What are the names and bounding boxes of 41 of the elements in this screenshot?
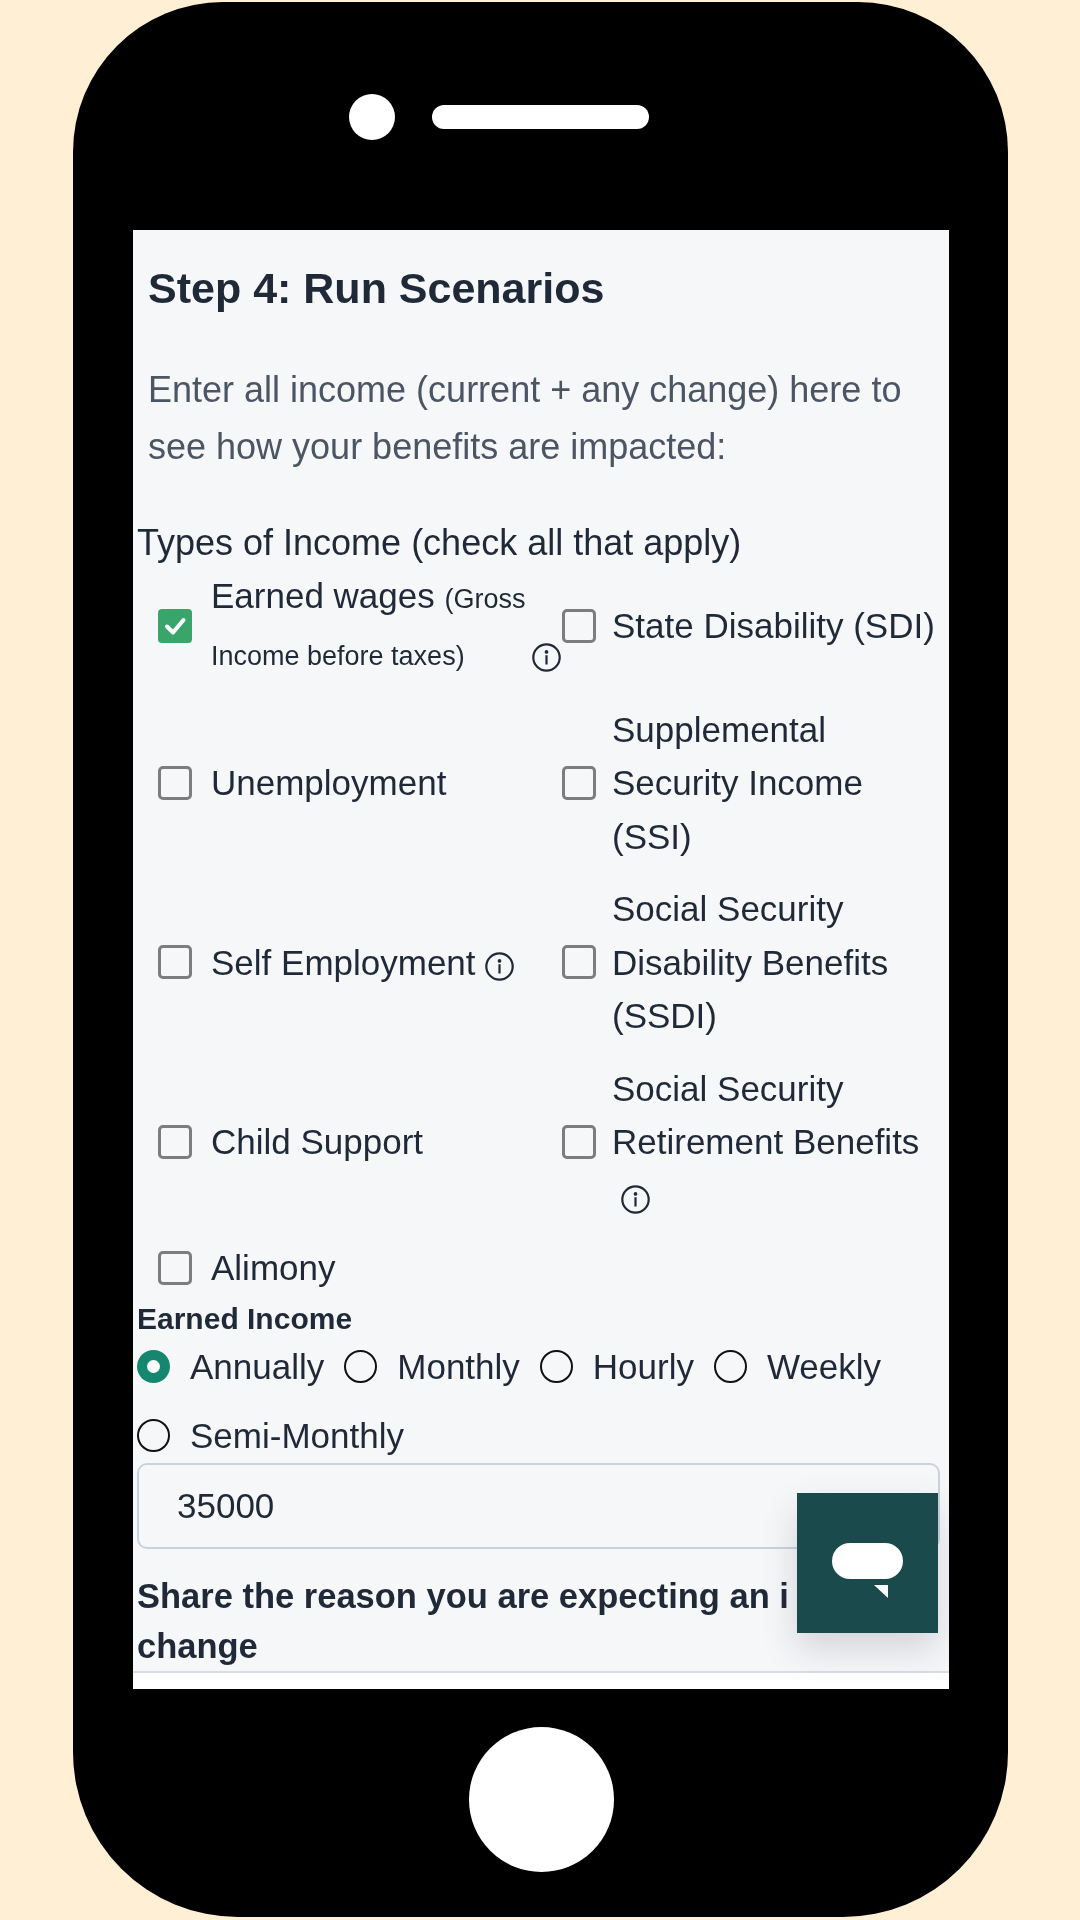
radio-button[interactable] — [137, 1419, 170, 1453]
radio-label: Hourly — [592, 1345, 694, 1388]
radio-button[interactable] — [137, 1349, 170, 1383]
camera-dot-icon — [349, 94, 395, 140]
checkbox[interactable] — [158, 945, 192, 980]
checkbox-label: Child Support — [211, 1122, 424, 1162]
chat-button[interactable] — [797, 1493, 938, 1633]
checkbox-label: Alimony — [211, 1248, 336, 1288]
intro-text: Enter all income (current + any change) here to see how your benefits are impacted: — [147, 367, 903, 469]
radio-button[interactable] — [539, 1349, 573, 1383]
checkbox-label: Earned wages (Gross Income before taxes) — [211, 574, 527, 674]
checkbox-label: Unemployment — [211, 763, 447, 803]
checkbox[interactable] — [158, 765, 192, 800]
text-area-field[interactable] — [133, 1670, 949, 1689]
checkbox-label: Social Security Retirement Benefits — [612, 1068, 920, 1162]
field-label: Share the reason you are expecting an i change — [137, 1575, 789, 1667]
chat-bubble-icon — [832, 1543, 903, 1598]
group-label: Types of Income (check all that apply) — [137, 520, 743, 565]
info-icon[interactable] — [484, 951, 514, 981]
checkbox-label: State Disability (SDI) — [612, 606, 935, 646]
checkbox-label: Self Employment — [211, 942, 476, 982]
radio-label: Annually — [190, 1345, 325, 1388]
checkbox[interactable] — [158, 609, 192, 644]
checkbox-label: Social Security Disability Benefits (SSDI) — [612, 889, 889, 1036]
section-label: Earned Income — [137, 1300, 354, 1337]
checkbox[interactable] — [562, 945, 596, 980]
info-icon[interactable] — [532, 642, 561, 672]
checkbox[interactable] — [158, 1250, 192, 1285]
checkbox[interactable] — [562, 1124, 596, 1159]
checkbox-label: Supplemental Security Income (SSI) — [612, 709, 863, 856]
checkbox[interactable] — [158, 1124, 192, 1159]
checkbox[interactable] — [562, 765, 596, 800]
checkbox[interactable] — [562, 609, 596, 644]
radio-button[interactable] — [713, 1349, 747, 1383]
radio-label: Weekly — [766, 1345, 882, 1388]
radio-button[interactable] — [344, 1349, 378, 1383]
info-icon[interactable] — [621, 1184, 650, 1214]
speaker-slot-icon — [432, 105, 649, 129]
radio-label: Monthly — [397, 1345, 520, 1388]
radio-label: Semi-Monthly — [190, 1415, 404, 1458]
page-title: Step 4: Run Scenarios — [147, 263, 606, 314]
